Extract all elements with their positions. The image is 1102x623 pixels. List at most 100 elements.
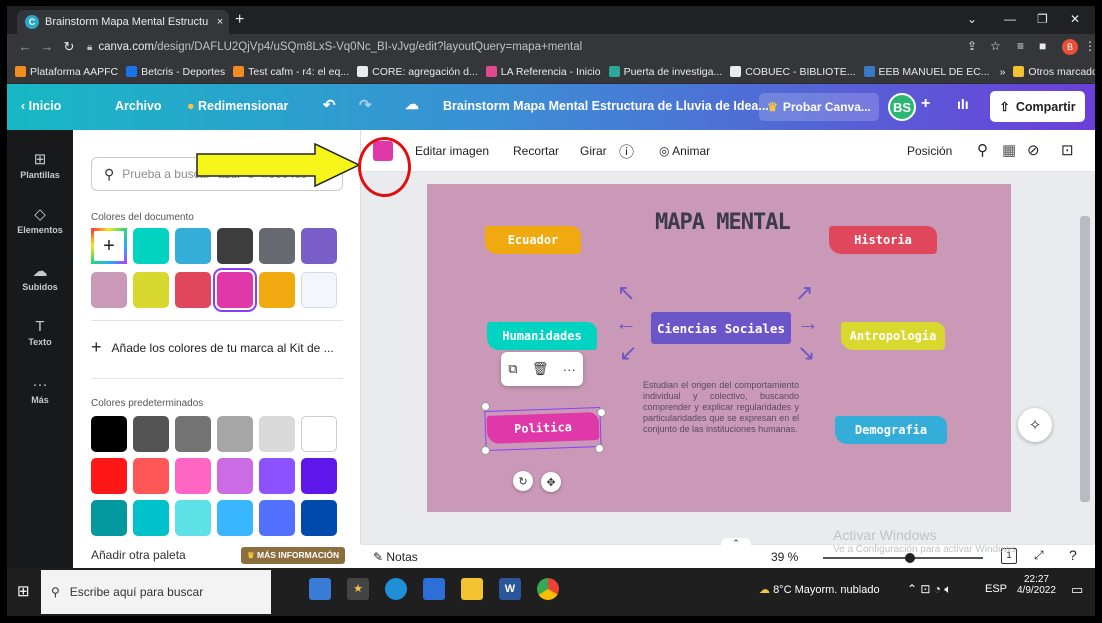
lock-icon[interactable]: ⊡ (1061, 141, 1074, 159)
color-swatch[interactable] (175, 416, 211, 452)
copy-style-icon[interactable]: ⚲ (977, 141, 988, 159)
document-title[interactable]: Brainstorm Mapa Mental Estructura de Llu… (443, 99, 769, 113)
add-brand-colors-link[interactable]: + Añade los colores de tu marca al Kit de… (91, 337, 334, 358)
color-swatch[interactable] (175, 458, 211, 494)
word-icon[interactable]: W (499, 578, 521, 600)
color-swatch[interactable] (259, 500, 295, 536)
add-collaborator-button[interactable]: + (921, 95, 930, 113)
add-palette-link[interactable]: Añadir otra paleta (91, 548, 186, 562)
cloud-saved-icon[interactable]: ☁︎ (405, 96, 419, 113)
color-swatch[interactable] (217, 416, 253, 452)
resize-handle[interactable] (481, 446, 490, 455)
forward-icon[interactable]: → (37, 39, 57, 54)
node-ecuador[interactable]: Ecuador (485, 226, 581, 254)
tab-close-icon[interactable]: × (211, 16, 229, 28)
color-swatch[interactable] (217, 272, 253, 308)
weather-text[interactable]: ☁ 8°C Mayorm. nublado (759, 583, 880, 596)
color-swatch[interactable] (91, 416, 127, 452)
close-window-icon[interactable]: ✕ (1070, 12, 1080, 26)
zoom-slider[interactable] (823, 553, 983, 563)
vertical-scrollbar[interactable] (1080, 216, 1090, 502)
color-swatch[interactable] (91, 458, 127, 494)
insights-icon[interactable]: ılı (957, 96, 969, 112)
add-color-button[interactable]: + (91, 228, 127, 264)
color-swatch[interactable] (91, 500, 127, 536)
new-tab-button[interactable]: + (235, 11, 244, 29)
bookmark-star-icon[interactable]: ☆ (990, 39, 1001, 53)
crop-button[interactable]: Recortar (513, 144, 559, 158)
color-swatch[interactable] (91, 272, 127, 308)
color-swatch[interactable] (301, 228, 337, 264)
color-swatch[interactable] (301, 500, 337, 536)
color-swatch[interactable] (175, 272, 211, 308)
color-swatch[interactable] (217, 500, 253, 536)
home-button[interactable]: ‹ Inicio (21, 99, 61, 113)
color-swatch[interactable] (133, 272, 169, 308)
bookmark-item[interactable]: Puerta de investiga... (608, 66, 722, 78)
clock[interactable]: 22:27 4/9/2022 (1017, 574, 1056, 596)
back-icon[interactable]: ← (15, 39, 35, 54)
node-antropologia[interactable]: Antropologia (841, 322, 945, 350)
color-swatch[interactable] (133, 458, 169, 494)
browser-tab[interactable]: C Brainstorm Mapa Mental Estructu × (17, 10, 229, 34)
bookmark-item[interactable]: LA Referencia - Inicio (485, 66, 601, 78)
share-page-icon[interactable]: ⇪ (967, 39, 977, 53)
rail-item-more[interactable]: ··· Más (7, 376, 73, 405)
expand-pages-icon[interactable]: ⌃ (721, 538, 751, 548)
rail-item-uploads[interactable]: ☁ Subidos (7, 262, 73, 292)
rotate-handle-icon[interactable]: ↻ (513, 471, 533, 491)
more-info-badge[interactable]: ♛ MÁS INFORMACIÓN (241, 547, 346, 564)
other-bookmarks-folder[interactable]: Otros marcadores (1013, 66, 1095, 78)
system-tray-icons[interactable]: ⌃ ⊡ ◔ 🔈︎ (907, 582, 952, 597)
resize-handle[interactable] (595, 444, 604, 453)
file-menu-button[interactable]: Archivo (115, 99, 162, 113)
rail-item-elements[interactable]: ◇ Elementos (7, 205, 73, 235)
url-field[interactable]: 🔒︎ canva.com /design/DAFLU2QjVp4/uSQm8Lx… (87, 37, 957, 57)
bookmarks-more-icon[interactable]: » (1000, 66, 1006, 78)
edge-icon[interactable] (385, 578, 407, 600)
color-swatch[interactable] (259, 272, 295, 308)
color-swatch[interactable] (217, 458, 253, 494)
bookmark-item[interactable]: CORE: agregación d... (357, 66, 478, 78)
reading-list-icon[interactable]: ≡ (1017, 39, 1024, 53)
taskbar-search[interactable]: ⚲ Escribe aquí para buscar (41, 570, 271, 614)
reload-icon[interactable]: ↻ (59, 39, 79, 55)
bookmark-item[interactable]: EEB MANUEL DE EC... (863, 66, 990, 78)
chrome-icon[interactable] (537, 578, 559, 600)
color-swatch[interactable] (175, 228, 211, 264)
side-panel-icon[interactable]: ■ (1039, 39, 1046, 53)
app-icon[interactable]: ★ (347, 578, 369, 600)
resize-handle[interactable] (597, 408, 606, 417)
mindmap-title[interactable]: MAPA MENTAL (655, 210, 791, 235)
duplicate-icon[interactable]: ⧉ (508, 361, 517, 377)
color-swatch[interactable] (259, 228, 295, 264)
rail-item-templates[interactable]: ⊞ Plantillas (7, 150, 73, 180)
color-swatch[interactable] (259, 458, 295, 494)
rail-item-text[interactable]: T Texto (7, 318, 73, 347)
tab-search-icon[interactable]: ⌄ (967, 12, 977, 26)
fullscreen-icon[interactable]: ⤢ (1034, 548, 1044, 563)
color-swatch[interactable] (175, 500, 211, 536)
node-historia[interactable]: Historia (829, 226, 937, 254)
node-humanidades[interactable]: Humanidades (487, 322, 597, 350)
more-options-icon[interactable]: ··· (563, 362, 576, 377)
undo-icon[interactable]: ↶ (323, 96, 336, 114)
move-handle-icon[interactable]: ✥ (541, 472, 561, 492)
bookmark-item[interactable]: COBUEC - BIBLIOTE... (730, 66, 856, 78)
profile-avatar[interactable]: B (1062, 39, 1078, 55)
node-demografia[interactable]: Demografia (835, 416, 947, 444)
assistant-button[interactable]: ✧ (1018, 408, 1052, 442)
color-swatch[interactable] (217, 228, 253, 264)
help-icon[interactable]: ? (1069, 547, 1077, 563)
windows-start-icon[interactable]: ⊞ (17, 582, 30, 600)
edit-image-button[interactable]: Editar imagen (415, 144, 489, 158)
position-button[interactable]: Posición (907, 144, 952, 158)
transparency-icon[interactable]: ▦ (1002, 141, 1016, 159)
restore-icon[interactable]: ❐ (1037, 12, 1048, 26)
bookmark-item[interactable]: Test cafm - r4: el eq... (233, 66, 349, 78)
try-pro-button[interactable]: ♛ Probar Canva... (759, 93, 879, 121)
color-swatch[interactable] (133, 416, 169, 452)
user-avatar[interactable]: BS (888, 93, 916, 121)
app-icon[interactable] (309, 578, 331, 600)
bookmark-item[interactable]: Plataforma AAPFC (15, 66, 118, 78)
